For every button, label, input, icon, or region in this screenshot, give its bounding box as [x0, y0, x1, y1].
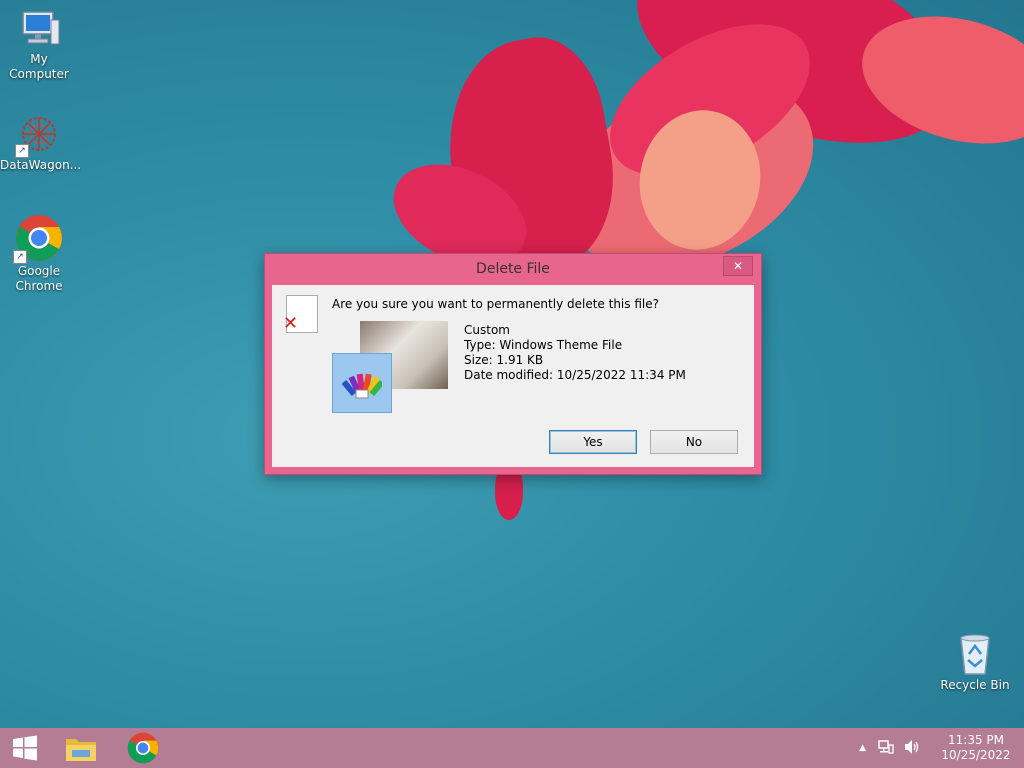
- system-tray: ▲ 11:35 PM 10/25/2022: [859, 728, 1024, 768]
- desktop-icon-label: DataWagon...: [0, 158, 82, 172]
- desktop-icon-google-chrome[interactable]: ↗ Google Chrome: [0, 214, 78, 294]
- taskbar: ▲ 11:35 PM 10/25/2022: [0, 728, 1024, 768]
- shortcut-arrow-icon: ↗: [15, 144, 29, 158]
- file-details: Custom Type: Windows Theme File Size: 1.…: [464, 323, 686, 383]
- shortcut-arrow-icon: ↗: [13, 250, 27, 264]
- confirm-question: Are you sure you want to permanently del…: [332, 297, 659, 311]
- file-explorer-icon: [66, 739, 96, 761]
- windows-logo-icon: [13, 735, 37, 761]
- clock-time: 11:35 PM: [948, 733, 1004, 747]
- chrome-icon: ↗: [13, 214, 63, 264]
- start-button[interactable]: [0, 728, 50, 768]
- desktop-icon-label: Google Chrome: [15, 264, 63, 293]
- desktop-icon-label: Recycle Bin: [940, 678, 1010, 692]
- close-button[interactable]: ✕: [723, 256, 753, 276]
- datawagon-icon: ↗: [15, 112, 61, 158]
- volume-icon[interactable]: [904, 739, 920, 758]
- recycle-bin-icon: [955, 632, 995, 676]
- chrome-icon: [127, 732, 159, 764]
- delete-file-dialog: Delete File ✕ ✕ Are you sure you want to…: [264, 253, 762, 475]
- theme-file-icon: [332, 353, 392, 413]
- red-x-icon: ✕: [283, 313, 299, 334]
- taskbar-file-explorer[interactable]: [56, 728, 106, 768]
- dialog-title: Delete File: [476, 261, 550, 277]
- delete-file-icon: ✕: [283, 295, 318, 334]
- taskbar-chrome[interactable]: [118, 728, 168, 768]
- clock-date: 10/25/2022: [941, 748, 1011, 762]
- file-date-modified: Date modified: 10/25/2022 11:34 PM: [464, 368, 686, 382]
- network-icon[interactable]: [878, 739, 894, 758]
- show-hidden-icons-button[interactable]: ▲: [859, 743, 866, 753]
- file-type: Type: Windows Theme File: [464, 338, 623, 352]
- desktop-icon-my-computer[interactable]: My Computer: [0, 8, 78, 82]
- desktop-icon-datawagon[interactable]: ↗ DataWagon...: [0, 112, 82, 173]
- desktop-icon-label: My Computer: [9, 52, 69, 81]
- dialog-body: ✕ Are you sure you want to permanently d…: [272, 285, 754, 467]
- file-size: Size: 1.91 KB: [464, 353, 544, 367]
- file-name: Custom: [464, 323, 510, 337]
- yes-button[interactable]: Yes: [549, 430, 637, 454]
- desktop-icon-recycle-bin[interactable]: Recycle Bin: [936, 632, 1014, 693]
- computer-icon: [17, 8, 61, 50]
- no-button[interactable]: No: [650, 430, 738, 454]
- clock[interactable]: 11:35 PM 10/25/2022: [936, 733, 1016, 763]
